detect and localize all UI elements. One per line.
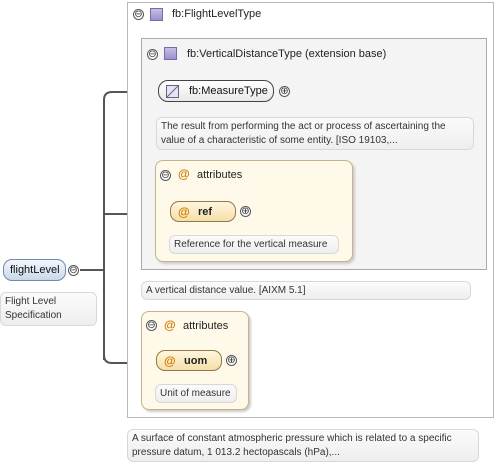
attribute-uom-label: uom: [184, 355, 208, 367]
attribute-marker-icon: @: [164, 318, 176, 332]
measure-type-node[interactable]: fb:MeasureType: [158, 80, 274, 102]
flight-level-element[interactable]: flightLevel: [3, 259, 66, 281]
collapse-icon[interactable]: ⊖: [68, 265, 79, 276]
measure-type-doc: The result from performing the act or pr…: [156, 117, 474, 150]
attribute-uom[interactable]: @ uom: [156, 350, 222, 371]
complex-type-icon: [150, 8, 163, 21]
attributes-header-outer: attributes: [183, 320, 229, 332]
attribute-ref-doc: Reference for the vertical measure: [169, 235, 339, 254]
collapse-icon[interactable]: ⊖: [146, 320, 157, 331]
flight-level-doc: Flight Level Specification: [0, 292, 97, 326]
attribute-ref-label: ref: [198, 206, 213, 218]
attributes-header-inner: attributes: [197, 169, 243, 181]
collapse-icon[interactable]: ⊖: [147, 49, 158, 60]
complex-type-icon: [164, 47, 177, 60]
attribute-ref[interactable]: @ ref: [170, 201, 236, 222]
collapse-icon[interactable]: ⊖: [133, 9, 144, 20]
collapse-icon[interactable]: ⊖: [160, 170, 171, 181]
expand-icon[interactable]: ⊕: [279, 86, 290, 97]
flight-level-type-doc: A surface of constant atmospheric pressu…: [127, 429, 479, 462]
attribute-marker-icon: @: [178, 205, 190, 219]
attribute-uom-doc: Unit of measure: [155, 384, 237, 403]
expand-icon[interactable]: ⊕: [240, 206, 251, 217]
simple-type-icon: [166, 85, 179, 98]
flight-level-type-header: fb:FlightLevelType: [172, 8, 262, 20]
vertical-distance-type-header: fb:VerticalDistanceType (extension base): [187, 48, 387, 60]
flight-level-label: flightLevel: [10, 264, 60, 276]
vertical-distance-type-doc: A vertical distance value. [AIXM 5.1]: [141, 281, 471, 300]
measure-type-label: fb:MeasureType: [189, 85, 268, 97]
attribute-marker-icon: @: [178, 167, 190, 181]
expand-icon[interactable]: ⊕: [226, 355, 237, 366]
attribute-marker-icon: @: [164, 354, 176, 368]
